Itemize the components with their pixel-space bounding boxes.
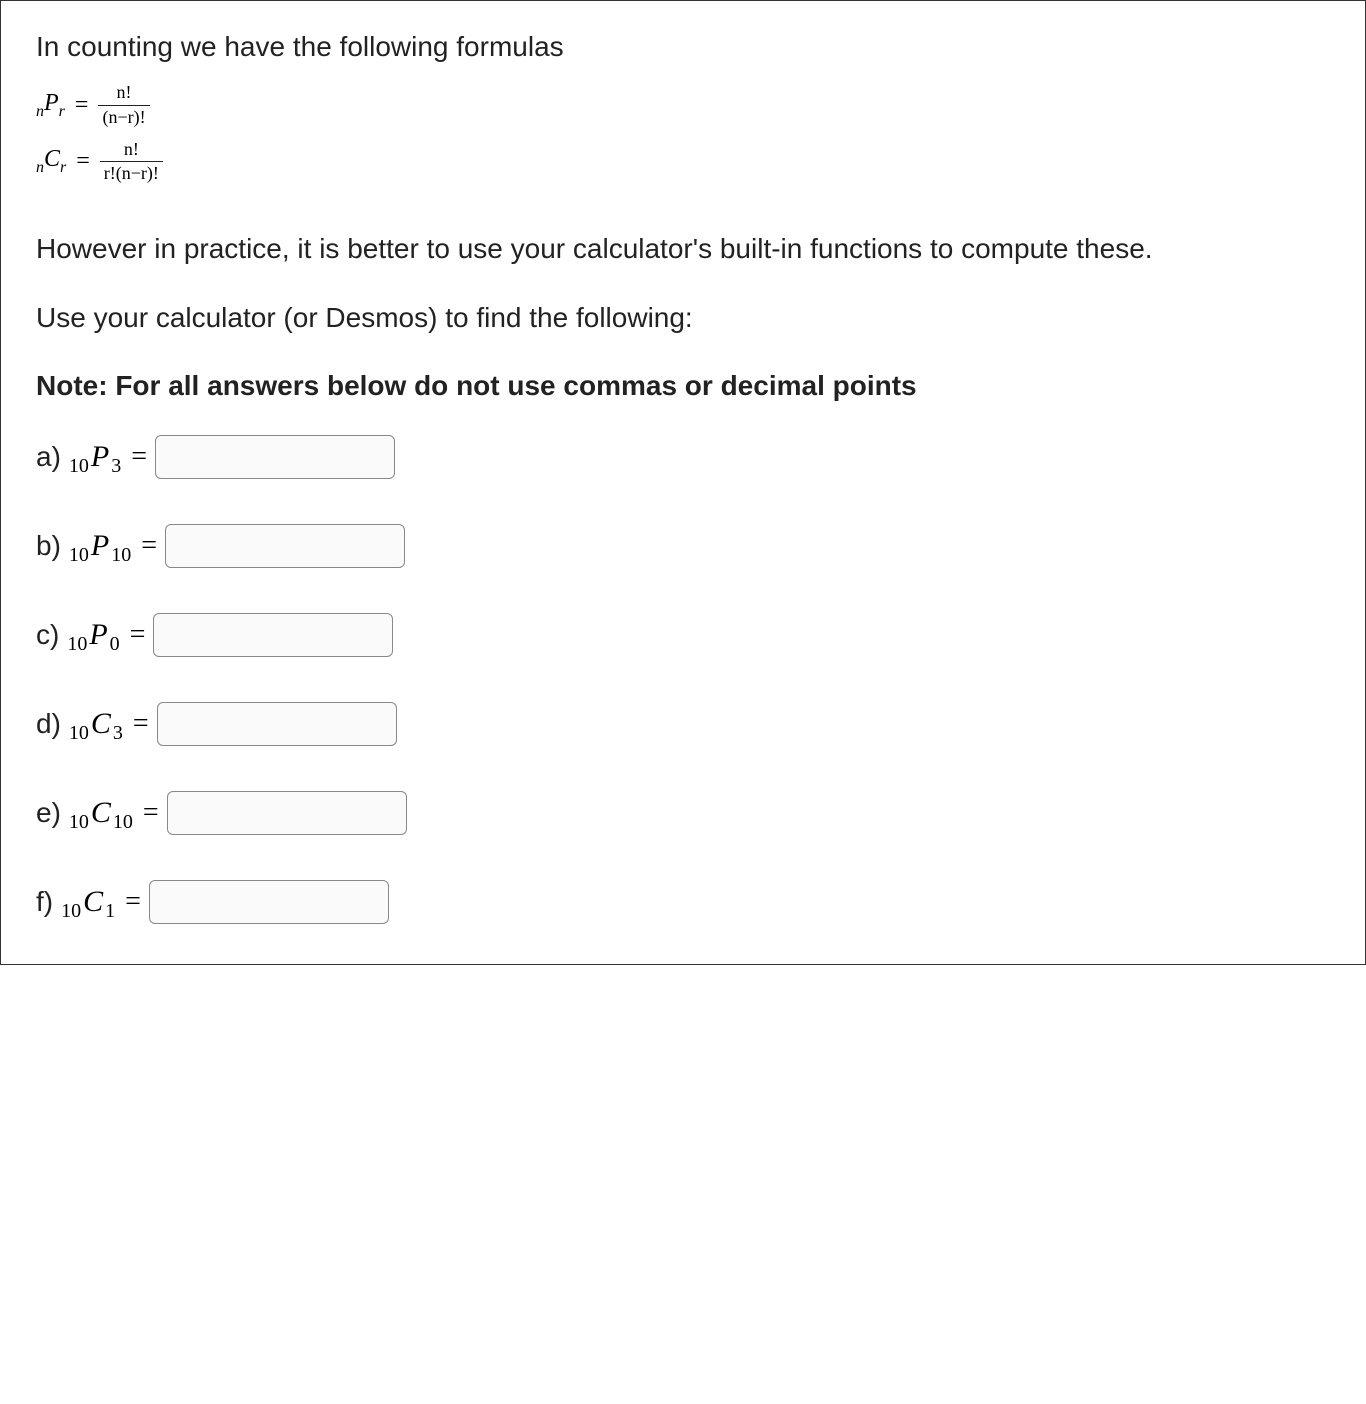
perm-numerator: n! bbox=[113, 83, 136, 105]
question-b-sym: P bbox=[91, 529, 109, 563]
question-c-sym: P bbox=[89, 618, 107, 652]
perm-r: r bbox=[59, 103, 65, 120]
question-e-sym: C bbox=[91, 796, 111, 830]
question-d-r: 3 bbox=[113, 722, 123, 745]
answer-input-b[interactable] bbox=[165, 524, 405, 568]
question-b-eq: = bbox=[141, 530, 157, 562]
comb-n: n bbox=[36, 159, 44, 176]
answer-input-d[interactable] bbox=[157, 702, 397, 746]
question-e-eq: = bbox=[143, 797, 159, 829]
question-b: b) 10 P 10 = bbox=[36, 524, 1330, 568]
answer-input-e[interactable] bbox=[167, 791, 407, 835]
question-a: a) 10 P 3 = bbox=[36, 435, 1330, 479]
paragraph-instruction: Use your calculator (or Desmos) to find … bbox=[36, 298, 1330, 339]
question-f-sym: C bbox=[83, 885, 103, 919]
question-d: d) 10 C 3 = bbox=[36, 702, 1330, 746]
question-d-eq: = bbox=[133, 708, 149, 740]
question-e-n: 10 bbox=[69, 811, 89, 834]
question-e-label: e) bbox=[36, 797, 61, 829]
comb-numerator: n! bbox=[120, 140, 143, 162]
combination-formula: nCr = n! r!(n−r)! bbox=[36, 140, 1330, 185]
question-b-r: 10 bbox=[111, 544, 131, 567]
answer-input-c[interactable] bbox=[153, 613, 393, 657]
question-b-label: b) bbox=[36, 530, 61, 562]
question-e-r: 10 bbox=[113, 811, 133, 834]
question-a-eq: = bbox=[131, 441, 147, 473]
question-a-n: 10 bbox=[69, 455, 89, 478]
question-a-r: 3 bbox=[111, 455, 121, 478]
question-container: In counting we have the following formul… bbox=[0, 0, 1366, 965]
perm-sym: P bbox=[44, 90, 59, 116]
question-b-math: 10 P 10 bbox=[69, 529, 131, 563]
question-f-eq: = bbox=[125, 886, 141, 918]
question-c-r: 0 bbox=[110, 633, 120, 656]
question-a-math: 10 P 3 bbox=[69, 440, 121, 474]
comb-fraction: n! r!(n−r)! bbox=[100, 140, 163, 185]
question-a-label: a) bbox=[36, 441, 61, 473]
question-d-sym: C bbox=[91, 707, 111, 741]
question-f-n: 10 bbox=[61, 900, 81, 923]
question-e: e) 10 C 10 = bbox=[36, 791, 1330, 835]
question-c: c) 10 P 0 = bbox=[36, 613, 1330, 657]
question-f: f) 10 C 1 = bbox=[36, 880, 1330, 924]
answer-input-a[interactable] bbox=[155, 435, 395, 479]
comb-r: r bbox=[60, 159, 66, 176]
comb-eq: = bbox=[76, 148, 90, 175]
formula-block: nPr = n! (n−r)! nCr = n! r!(n−r)! bbox=[36, 83, 1330, 184]
perm-eq: = bbox=[75, 92, 89, 119]
question-f-label: f) bbox=[36, 886, 53, 918]
question-c-math: 10 P 0 bbox=[67, 618, 119, 652]
intro-text: In counting we have the following formul… bbox=[36, 31, 1330, 63]
question-d-label: d) bbox=[36, 708, 61, 740]
question-f-math: 10 C 1 bbox=[61, 885, 115, 919]
question-e-math: 10 C 10 bbox=[69, 796, 133, 830]
question-c-label: c) bbox=[36, 619, 59, 651]
perm-n: n bbox=[36, 103, 44, 120]
paragraph-practice: However in practice, it is better to use… bbox=[36, 229, 1330, 270]
comb-sym: C bbox=[44, 146, 60, 172]
question-d-math: 10 C 3 bbox=[69, 707, 123, 741]
question-d-n: 10 bbox=[69, 722, 89, 745]
permutation-formula: nPr = n! (n−r)! bbox=[36, 83, 1330, 128]
question-a-sym: P bbox=[91, 440, 109, 474]
note-text: Note: For all answers below do not use c… bbox=[36, 366, 1330, 407]
comb-denominator: r!(n−r)! bbox=[100, 161, 163, 184]
question-c-n: 10 bbox=[67, 633, 87, 656]
perm-fraction: n! (n−r)! bbox=[98, 83, 149, 128]
question-f-r: 1 bbox=[105, 900, 115, 923]
question-c-eq: = bbox=[130, 619, 146, 651]
answer-input-f[interactable] bbox=[149, 880, 389, 924]
perm-denominator: (n−r)! bbox=[98, 105, 149, 128]
question-b-n: 10 bbox=[69, 544, 89, 567]
